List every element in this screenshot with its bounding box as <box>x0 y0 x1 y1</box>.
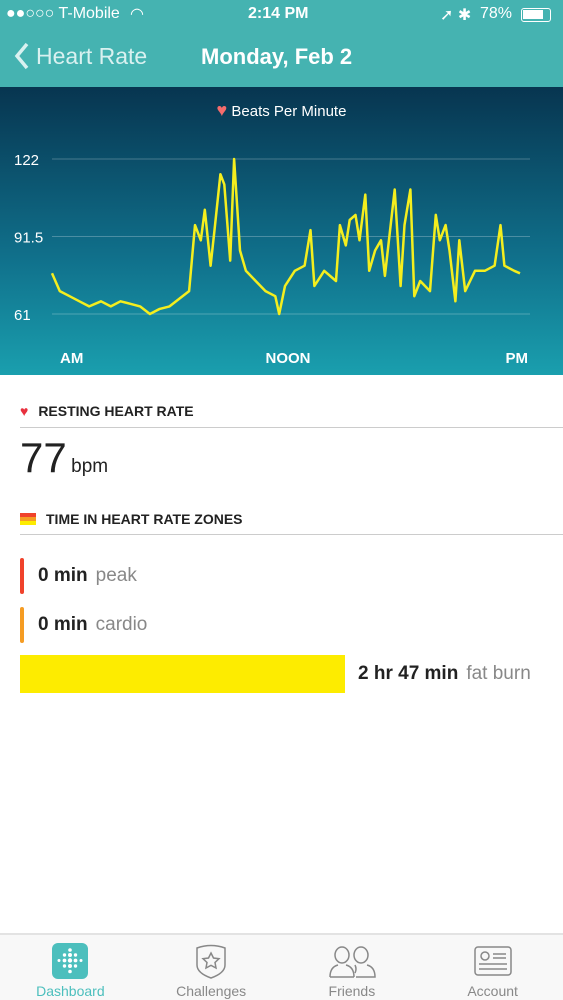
tab-label: Account <box>467 983 518 999</box>
y-tick-label: 91.5 <box>14 230 43 247</box>
tab-account[interactable]: Account <box>422 935 563 1000</box>
resting-number: 77 <box>20 434 67 481</box>
heart-rate-chart[interactable]: ♥ Beats Per Minute 61 91.5 122 AM NOON PM <box>0 87 563 375</box>
resting-label: RESTING HEART RATE <box>38 403 194 419</box>
x-tick-label: AM <box>60 350 83 367</box>
chart-plot: 61 91.5 122 AM NOON PM <box>14 152 530 367</box>
zones-label: TIME IN HEART RATE ZONES <box>46 511 243 527</box>
divider <box>20 534 563 535</box>
zone-bar <box>20 655 345 693</box>
tab-bar: Dashboard Challenges Friends Account <box>0 933 563 1000</box>
tab-label: Challenges <box>176 983 247 999</box>
back-label: Heart Rate <box>36 42 148 69</box>
x-tick-label: NOON <box>266 350 311 367</box>
resting-value: 77 bpm <box>20 434 108 482</box>
challenges-icon <box>196 944 226 979</box>
wifi-icon: ◠ <box>130 6 144 23</box>
y-tick-label: 122 <box>14 152 39 169</box>
tab-friends[interactable]: Friends <box>282 935 423 1000</box>
zone-value: 0 min <box>38 614 88 635</box>
friends-icon <box>329 946 376 978</box>
zone-value: 2 hr 47 min <box>358 663 459 684</box>
tab-label: Dashboard <box>36 983 105 999</box>
location-bluetooth-icons: ➚ ✱ <box>440 7 472 24</box>
zone-name: peak <box>95 565 137 586</box>
zone-bar <box>20 607 24 643</box>
zone-peak: 0 min peak <box>20 558 137 594</box>
y-tick-label: 61 <box>14 307 31 324</box>
tab-label: Friends <box>328 983 376 999</box>
battery-percent: 78% <box>480 5 513 22</box>
heart-icon: ♥ <box>20 403 29 419</box>
back-button[interactable]: Heart Rate <box>14 42 147 70</box>
account-icon <box>473 946 512 976</box>
zone-name: fat burn <box>466 663 531 684</box>
divider <box>20 427 563 428</box>
zone-name: cardio <box>95 614 148 635</box>
x-tick-label: PM <box>506 350 529 367</box>
zone-cardio: 0 min cardio <box>20 607 147 643</box>
chevron-left-icon <box>14 42 29 70</box>
resting-unit: bpm <box>71 456 109 477</box>
zones-icon <box>20 513 36 525</box>
tab-challenges[interactable]: Challenges <box>141 935 282 1000</box>
tab-dashboard[interactable]: Dashboard <box>0 935 141 1000</box>
clock: 2:14 PM <box>248 5 309 22</box>
resting-heading: ♥ RESTING HEART RATE <box>20 403 563 419</box>
zone-fat-burn: 2 hr 47 min fat burn <box>20 655 531 693</box>
page-title: Monday, Feb 2 <box>201 44 353 69</box>
zone-value: 0 min <box>38 565 88 586</box>
battery-icon <box>521 8 551 22</box>
nav-bar: Heart Rate Monday, Feb 2 <box>0 30 563 87</box>
carrier: ●●○○○ T-Mobile <box>6 5 120 22</box>
status-bar: ●●○○○ T-Mobile ◠ 2:14 PM ➚ ✱ 78% <box>0 0 563 30</box>
zones-heading: TIME IN HEART RATE ZONES <box>20 511 563 527</box>
dashboard-icon <box>52 943 89 979</box>
zone-bar <box>20 558 24 594</box>
